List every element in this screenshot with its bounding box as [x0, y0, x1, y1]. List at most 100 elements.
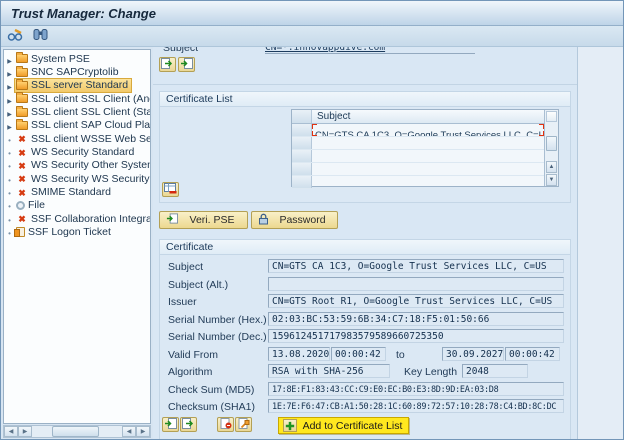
serial-hex-label: Serial Number (Hex.) — [168, 314, 267, 326]
md5-field[interactable]: 17:8E:F1:83:43:CC:C9:E0:EC:B0:E3:8D:9D:E… — [268, 382, 564, 396]
ticket-icon — [16, 227, 25, 237]
display-change-icon — [7, 27, 24, 45]
certificate-list-row[interactable] — [292, 163, 558, 176]
certificate-list-group: Certificate List Subject CN=GTS CA 1C3, … — [159, 91, 571, 203]
tree-item-file[interactable]: File — [4, 199, 150, 212]
tree-item-ssl-client-wsse[interactable]: SSL client WSSE Web Servic — [4, 132, 150, 145]
title-bar: Trust Manager: Change — [1, 1, 623, 26]
valid-to-date-field[interactable]: 30.09.2027 — [442, 347, 504, 361]
tree-item-label: SSF Collaboration Integration — [31, 213, 151, 225]
select-all-cell[interactable] — [292, 110, 312, 123]
inactive-x-icon — [16, 160, 28, 171]
row-selector[interactable] — [292, 163, 312, 175]
folder-icon — [16, 121, 28, 130]
tree-horizontal-scrollbar[interactable]: ◀ ▶ ◀ ▶ — [3, 425, 151, 438]
row-selector[interactable] — [292, 150, 312, 162]
scroll-right-button[interactable]: ▶ — [136, 426, 150, 437]
valid-from-time-field[interactable]: 00:00:42 — [331, 347, 386, 361]
scrollbar-thumb[interactable] — [52, 426, 99, 437]
certificate-group: Certificate Subject CN=GTS CA 1C3, O=Goo… — [159, 239, 571, 440]
issuer-field[interactable]: CN=GTS Root R1, O=Google Trust Services … — [268, 294, 564, 308]
row-selector[interactable] — [292, 124, 312, 136]
scrollbar-track[interactable] — [32, 426, 122, 437]
content-area: Subject CN=*.innovappdive.com — [153, 47, 577, 439]
md5-label: Check Sum (MD5) — [168, 384, 254, 396]
tree-item-label: WS Security Standard — [31, 146, 134, 158]
folder-icon — [16, 54, 28, 63]
tree-item-label: WS Security Other System E — [31, 159, 151, 171]
certificate-request-button[interactable] — [235, 417, 252, 432]
algorithm-field[interactable]: RSA with SHA-256 — [268, 364, 390, 378]
row-selector[interactable] — [292, 137, 312, 149]
tree-item-ws-security-other[interactable]: WS Security Other System E — [4, 159, 150, 172]
tree-item-ws-security-keys[interactable]: WS Security WS Security Key — [4, 172, 150, 185]
table-vertical-scrollbar[interactable]: ▲ ▼ — [544, 110, 558, 186]
tree-item-ssl-server-standard[interactable]: SSL server Standard — [4, 79, 150, 92]
tree-item-ssf-collaboration[interactable]: SSF Collaboration Integration — [4, 212, 150, 225]
certificate-list-row[interactable] — [292, 150, 558, 163]
serial-hex-field[interactable]: 02:03:BC:53:59:6B:34:C7:18:F5:01:50:66 — [268, 312, 564, 326]
verify-pse-button[interactable]: Veri. PSE — [159, 211, 248, 229]
certificate-red-seal-icon — [220, 417, 232, 432]
certificate-list-row[interactable] — [292, 137, 558, 150]
valid-to-time-field[interactable]: 00:00:42 — [505, 347, 560, 361]
tree-item-snc-sapcryptolib[interactable]: SNC SAPCryptolib — [4, 65, 150, 78]
tree-item-label: SSL client SSL Client (Anonym — [31, 93, 151, 105]
scroll-right-button[interactable]: ▶ — [18, 426, 32, 437]
scroll-down-button[interactable]: ▼ — [546, 174, 557, 186]
display-change-button[interactable] — [6, 28, 24, 45]
lock-icon — [258, 213, 269, 228]
export-certificate-button[interactable] — [180, 417, 197, 432]
own-subject-value[interactable]: CN=*.innovappdive.com — [265, 47, 475, 54]
folder-icon — [16, 68, 28, 77]
algorithm-label: Algorithm — [168, 366, 212, 378]
valid-from-date-field[interactable]: 13.08.2020 — [268, 347, 330, 361]
tree-item-ssf-logon-ticket[interactable]: SSF Logon Ticket — [4, 225, 150, 238]
delete-list-entry-button[interactable] — [162, 182, 179, 197]
certificate-subject-cell[interactable]: CN=GTS CA 1C3, O=Google Trust Services L… — [315, 130, 552, 136]
sha1-field[interactable]: 1E:7E:F6:47:CB:A1:50:28:1C:60:89:72:57:1… — [268, 399, 564, 413]
export-certificate-button[interactable] — [159, 57, 176, 72]
subject-field[interactable]: CN=GTS CA 1C3, O=Google Trust Services L… — [268, 259, 564, 273]
valid-from-label: Valid From — [168, 349, 218, 361]
add-to-certificate-list-button[interactable]: Add to Certificate List — [278, 417, 409, 434]
scroll-left-button[interactable]: ◀ — [122, 426, 136, 437]
page-title: Trust Manager: Change — [11, 6, 156, 21]
tree-item-ssl-client-anonymous[interactable]: SSL client SSL Client (Anonym — [4, 92, 150, 105]
certificate-list-row[interactable]: CN=GTS CA 1C3, O=Google Trust Services L… — [292, 124, 558, 137]
certificate-request-icon — [238, 417, 250, 432]
tree-item-system-pse[interactable]: System PSE — [4, 52, 150, 65]
import-certificate-button[interactable] — [178, 57, 195, 72]
tree-item-ssl-client-sap-cloud[interactable]: SSL client SAP Cloud Platform — [4, 119, 150, 132]
serial-dec-field[interactable]: 159612451717983579589660725350 — [268, 329, 564, 343]
tree-item-label: File — [28, 199, 45, 211]
tree-item-ws-security-standard[interactable]: WS Security Standard — [4, 145, 150, 158]
key-length-label: Key Length — [404, 366, 457, 378]
tree-item-ssl-client-standard[interactable]: SSL client SSL Client (Standa — [4, 105, 150, 118]
tree-item-smime-standard[interactable]: SMIME Standard — [4, 185, 150, 198]
file-ring-icon — [16, 201, 25, 210]
certificate-list-title: Certificate List — [160, 92, 570, 107]
scrollbar-thumb[interactable] — [546, 136, 557, 151]
verify-pse-label: Veri. PSE — [183, 214, 241, 226]
password-button[interactable]: Password — [251, 211, 338, 229]
scroll-left-button[interactable]: ◀ — [4, 426, 18, 437]
key-length-field[interactable]: 2048 — [462, 364, 528, 378]
tree-item-label: SSL client WSSE Web Servic — [31, 133, 151, 145]
import-certificate-button[interactable] — [162, 417, 179, 432]
scroll-up-button[interactable]: ▲ — [546, 161, 557, 173]
subject-label: Subject — [168, 261, 203, 273]
row-selector[interactable] — [292, 176, 312, 188]
selected-tree-item[interactable]: SSL server Standard — [15, 79, 131, 92]
subject-alt-field[interactable] — [268, 277, 564, 291]
certificate-list-row[interactable] — [292, 176, 558, 189]
find-button[interactable] — [31, 28, 49, 45]
tree-item-label: SMIME Standard — [31, 186, 111, 198]
tree-item-label: WS Security WS Security Key — [31, 173, 151, 185]
trust-manager-window: Trust Manager: Change — [0, 0, 624, 440]
pse-tree: System PSE SNC SAPCryptolib SSL server S… — [3, 49, 151, 424]
display-certificate-button[interactable] — [217, 417, 234, 432]
inactive-x-icon — [16, 213, 28, 224]
app-toolbar — [1, 26, 623, 47]
subject-column-header: Subject — [312, 110, 558, 123]
